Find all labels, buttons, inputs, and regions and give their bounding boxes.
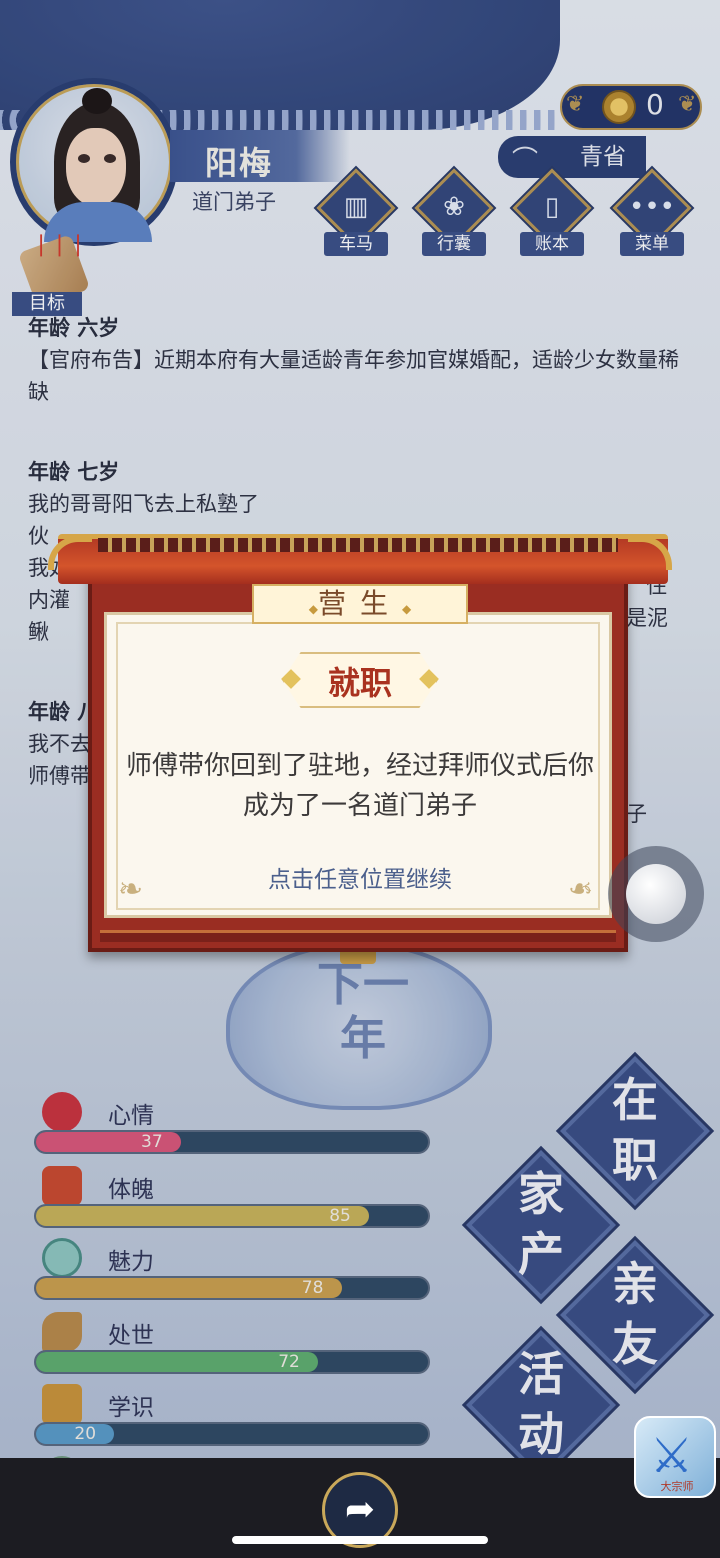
share-icon: ➦ — [344, 1489, 376, 1530]
diamond-dot-icon: ◆ — [308, 602, 318, 616]
roof-trim — [98, 538, 618, 552]
modal-heading: 就职 — [327, 664, 392, 702]
app-shortcut-badge[interactable]: ⚔ 大宗师 — [634, 1416, 716, 1498]
modal-bottom-beam — [100, 930, 616, 942]
app-badge-caption: 大宗师 — [660, 1480, 694, 1493]
assistive-touch-button[interactable] — [608, 846, 704, 942]
corner-ornament-icon: ❧ — [118, 872, 144, 907]
modal-category: 营生 — [317, 587, 402, 620]
modal-continue-hint[interactable]: 点击任意位置继续 — [118, 860, 602, 894]
home-indicator[interactable] — [232, 1536, 488, 1544]
crossed-swords-icon: ⚔ — [650, 1428, 694, 1484]
diamond-dot-icon: ◆ — [402, 602, 412, 616]
modal-category-tag: ◆营生◆ — [252, 584, 468, 624]
corner-ornament-icon: ❧ — [568, 872, 594, 907]
game-screen[interactable]: 阳梅 道门弟子 ❦ 0 ❦ 青省 ⌒ ▥ 车马 ❀ 行囊 ▯ 账本 ••• 菜单… — [0, 0, 720, 1558]
modal-message: 师傅带你回到了驻地，经过拜师仪式后你成为了一名道门弟子 — [125, 751, 594, 821]
